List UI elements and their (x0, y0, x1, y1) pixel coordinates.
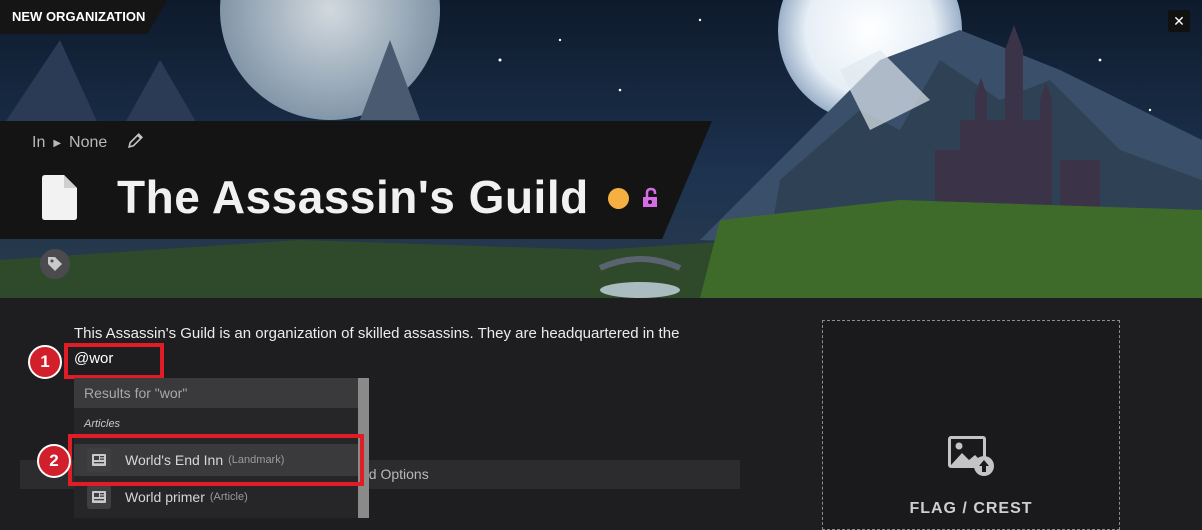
close-icon[interactable]: ✕ (1168, 10, 1190, 32)
flag-crest-dropzone[interactable] (822, 320, 1120, 530)
dropdown-header: Results for "wor" (74, 378, 358, 408)
dropdown-section-label: Articles (84, 418, 121, 430)
page-title[interactable]: The Assassin's Guild (117, 170, 589, 224)
pencil-icon[interactable] (127, 132, 144, 154)
caret-right-icon: ▶ (53, 137, 62, 149)
step-marker-2: 2 (37, 444, 71, 478)
dropdown-item-title: World primer (125, 489, 205, 505)
breadcrumb-value[interactable]: None (69, 134, 107, 152)
dropdown-item-type: (Article) (209, 491, 248, 503)
newspaper-icon (87, 485, 111, 509)
tag-icon[interactable] (40, 249, 70, 279)
highlight-box-1 (64, 343, 164, 379)
document-icon (42, 175, 77, 225)
highlight-box-2 (68, 434, 364, 486)
breadcrumb-prefix: In (32, 134, 46, 151)
flag-crest-label: FLAG / CREST (909, 500, 1033, 517)
breadcrumb: In ▶ None (32, 132, 144, 154)
image-upload-icon[interactable] (948, 436, 994, 481)
content-text[interactable]: This Assassin's Guild is an organization… (74, 325, 679, 342)
new-organization-label: NEW ORGANIZATION (0, 0, 168, 34)
step-marker-1: 1 (28, 345, 62, 379)
options-label[interactable]: ed Options (361, 466, 429, 482)
status-indicator[interactable] (608, 188, 629, 209)
lock-open-icon[interactable] (639, 187, 661, 214)
